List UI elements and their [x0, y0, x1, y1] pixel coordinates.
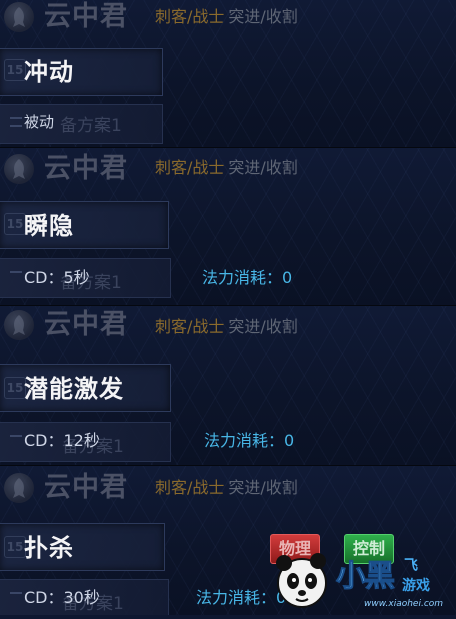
hero-tags: 突进/收割: [228, 7, 298, 26]
skill-name-box: 15 潜能激发: [0, 364, 171, 412]
skill-name-box: 15 扑杀: [0, 523, 165, 571]
divider: [10, 592, 22, 594]
hero-tags: 突进/收割: [228, 317, 298, 336]
faded-plan-text: 备方案1: [60, 116, 122, 136]
passive-label: 被动: [24, 113, 55, 131]
watermark-url: www.xiaohei.com: [364, 599, 444, 609]
skill-info-box: 备方案1 CD：5秒: [0, 258, 171, 298]
skill-name-box: 15 冲动: [0, 48, 163, 96]
mana-cost-text: 法力消耗：0: [202, 268, 293, 287]
hero-role-text: 刺客/战士: [155, 478, 225, 497]
hero-role-text: 刺客/战士: [155, 7, 225, 26]
hero-role-text: 刺客/战士: [155, 158, 225, 177]
level-badge-icon: 15: [4, 377, 26, 399]
divider: [10, 117, 22, 119]
hero-portrait-icon: [4, 154, 34, 184]
watermark-side-text-2: 游戏: [402, 578, 430, 594]
skill-panel-3: 云中君 刺客/战士 突进/收割 15 潜能激发 备方案1 CD：12秒 法力消耗：…: [0, 306, 456, 466]
divider: [10, 125, 22, 127]
skill-info-box: 备方案1 CD：12秒: [0, 422, 171, 462]
divider: [10, 435, 22, 437]
skill-panel-1: 云中君 刺客/战士 突进/收割 15 冲动 备方案1 被动: [0, 0, 456, 148]
hero-role: 刺客/战士 突进/收割: [155, 158, 298, 178]
level-badge-icon: 15: [4, 536, 26, 558]
skill-info-box: 备方案1 被动: [0, 104, 163, 144]
hero-tags: 突进/收割: [228, 158, 298, 177]
hero-role-text: 刺客/战士: [155, 317, 225, 336]
hero-name: 云中君: [44, 153, 128, 184]
hero-portrait-icon: [4, 473, 34, 503]
skill-name: 扑杀: [24, 534, 74, 562]
skill-name: 潜能激发: [24, 375, 124, 403]
hero-tags: 突进/收割: [228, 478, 298, 497]
level-badge-icon: 15: [4, 59, 26, 81]
hero-role: 刺客/战士 突进/收割: [155, 317, 298, 337]
cooldown-text: CD：12秒: [24, 431, 100, 450]
skill-panel-2: 云中君 刺客/战士 突进/收割 15 瞬隐 备方案1 CD：5秒 法力消耗：0: [0, 148, 456, 306]
hero-portrait-icon: [4, 2, 34, 32]
watermark-main-text: 小黑: [336, 559, 396, 595]
skill-name: 冲动: [24, 58, 74, 86]
cooldown-text: CD：5秒: [24, 268, 90, 287]
skill-name-box: 15 瞬隐: [0, 201, 169, 249]
skill-name: 瞬隐: [24, 212, 74, 240]
hero-role: 刺客/战士 突进/收割: [155, 478, 298, 498]
hero-name: 云中君: [44, 472, 128, 503]
divider: [10, 271, 22, 273]
hero-role: 刺客/战士 突进/收割: [155, 7, 298, 27]
level-badge-icon: 15: [4, 213, 26, 235]
mana-cost-text: 法力消耗：0: [204, 431, 295, 450]
panda-mascot-icon: [276, 553, 327, 608]
watermark-logo: 小黑 飞 游戏 www.xiaohei.com: [268, 545, 456, 615]
hero-portrait-icon: [4, 310, 34, 340]
cooldown-text: CD：30秒: [24, 588, 100, 607]
hero-name: 云中君: [44, 309, 128, 340]
watermark-side-text: 飞: [404, 558, 418, 574]
skill-info-box: 备方案1 CD：30秒: [0, 579, 169, 615]
hero-name: 云中君: [44, 1, 128, 32]
